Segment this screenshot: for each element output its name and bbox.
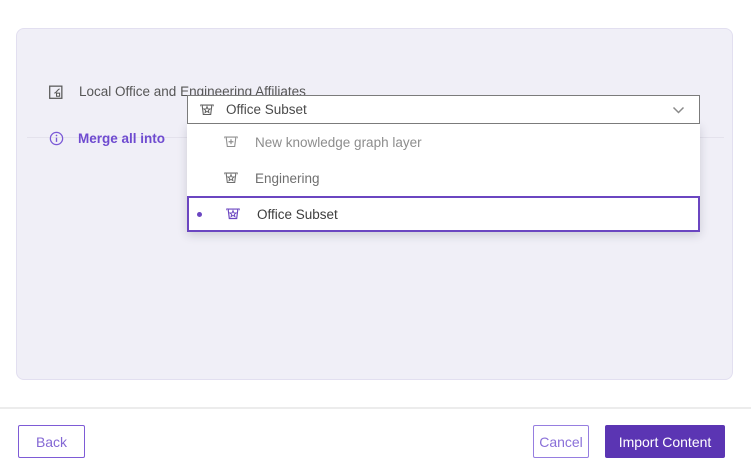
knowledge-graph-layer-icon: [198, 101, 216, 119]
dropdown-item-office-subset[interactable]: Office Subset: [187, 196, 700, 232]
footer-divider: [0, 407, 751, 409]
info-icon[interactable]: [47, 130, 65, 148]
import-content-button[interactable]: Import Content: [605, 425, 725, 458]
new-knowledge-graph-layer-icon: [222, 133, 240, 151]
dropdown-item-new-knowledge-graph-layer[interactable]: New knowledge graph layer: [187, 124, 700, 160]
import-content-dialog: Local Office and Engineering Affiliates …: [0, 0, 751, 470]
sketch-layer-icon: [47, 83, 65, 101]
dropdown-item-label: Enginering: [255, 171, 320, 186]
merge-all-into-row: Merge all into: [47, 123, 165, 154]
merge-all-into-label: Merge all into: [78, 131, 165, 146]
chevron-down-icon: [672, 106, 685, 115]
merge-target-select-value: Office Subset: [226, 102, 307, 117]
merge-target-select[interactable]: Office Subset: [187, 95, 700, 124]
knowledge-graph-layer-icon: [224, 205, 242, 223]
knowledge-graph-layer-icon: [222, 169, 240, 187]
dropdown-item-label: Office Subset: [257, 207, 338, 222]
cancel-button[interactable]: Cancel: [533, 425, 589, 458]
selected-dot-icon: [197, 212, 202, 217]
dropdown-item-label: New knowledge graph layer: [255, 135, 422, 150]
back-button[interactable]: Back: [18, 425, 85, 458]
dropdown-item-enginering[interactable]: Enginering: [187, 160, 700, 196]
merge-target-dropdown: New knowledge graph layer Enginering: [187, 124, 700, 232]
